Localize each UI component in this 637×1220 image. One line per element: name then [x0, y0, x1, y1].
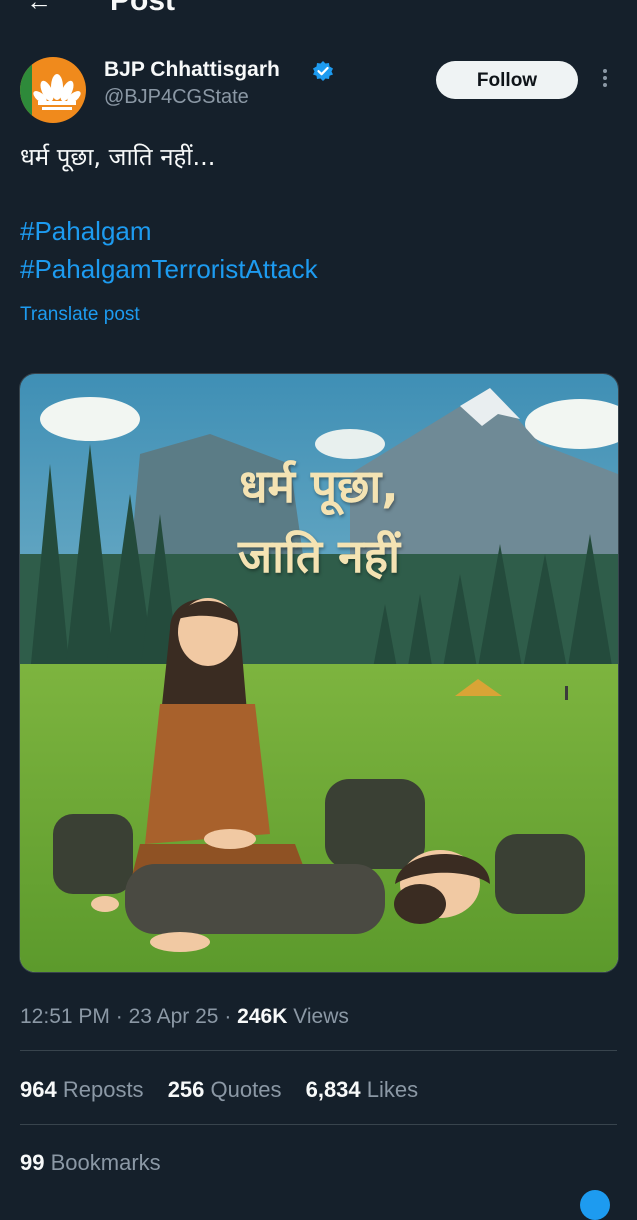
separator: ·	[115, 1005, 123, 1028]
divider	[20, 1050, 617, 1051]
verified-badge-icon	[313, 61, 333, 81]
top-bar: ← Post	[0, 0, 637, 14]
page-title: Post	[110, 0, 175, 14]
likes-label: Likes	[366, 1077, 419, 1102]
compose-button-icon[interactable]	[580, 1190, 610, 1220]
image-caption-line1: धर्म पूछा,	[239, 459, 399, 513]
hashtag-link[interactable]: #Pahalgam	[20, 216, 152, 247]
post-time[interactable]: 12:51 PM	[20, 1005, 110, 1028]
post-text: धर्म पूछा, जाति नहीं...	[20, 143, 216, 171]
views-label: Views	[293, 1005, 349, 1028]
reposts-count: 964	[20, 1077, 57, 1102]
post-date[interactable]: 23 Apr 25	[129, 1005, 219, 1028]
bookmarks-label: Bookmarks	[50, 1150, 161, 1172]
reposts-stat[interactable]: 964 Reposts	[20, 1077, 144, 1102]
bookmarks-stat[interactable]: 99 Bookmarks	[20, 1150, 161, 1172]
bookmarks-count: 99	[20, 1150, 45, 1172]
engagement-stats: 964 Reposts 256 Quotes 6,834 Likes	[20, 1077, 436, 1103]
quotes-label: Quotes	[210, 1077, 282, 1102]
author-handle[interactable]: @BJP4CGState	[104, 86, 249, 109]
likes-count: 6,834	[305, 1077, 361, 1102]
more-options-icon[interactable]	[595, 66, 615, 94]
avatar[interactable]	[20, 57, 86, 123]
image-caption-line2: जाति नहीं	[237, 529, 401, 583]
arrow-left-icon[interactable]: ←	[26, 0, 52, 14]
views-count: 246K	[237, 1005, 288, 1028]
quotes-count: 256	[167, 1077, 205, 1102]
hashtag-link[interactable]: #PahalgamTerroristAttack	[20, 254, 318, 285]
separator: ·	[224, 1005, 232, 1028]
follow-button[interactable]: Follow	[436, 61, 578, 99]
author-name[interactable]: BJP Chhattisgarh	[104, 58, 280, 82]
post-metadata: 12:51 PM · 23 Apr 25 · 246K Views	[20, 1005, 349, 1029]
post-image[interactable]: धर्म पूछा, जाति नहीं	[19, 373, 619, 973]
reposts-label: Reposts	[62, 1077, 144, 1102]
quotes-stat[interactable]: 256 Quotes	[168, 1077, 282, 1102]
lotus-logo-icon	[33, 74, 81, 110]
translate-post-link[interactable]: Translate post	[20, 304, 140, 326]
likes-stat[interactable]: 6,834 Likes	[306, 1077, 419, 1102]
divider	[20, 1124, 617, 1125]
